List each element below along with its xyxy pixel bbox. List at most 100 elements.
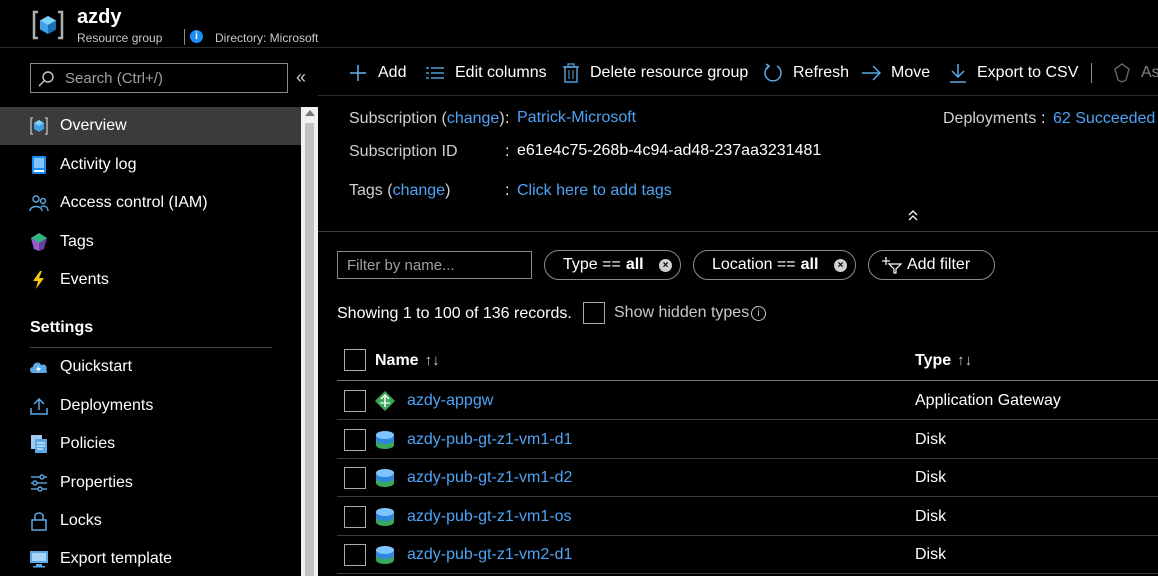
export-csv-button[interactable]: Export to CSV — [949, 61, 1078, 85]
sidebar-item-export-template[interactable]: Export template — [0, 540, 301, 576]
column-header-type[interactable]: Type ↑↓ — [915, 352, 972, 370]
sidebar-item-properties[interactable]: Properties — [0, 464, 301, 502]
row-checkbox[interactable] — [344, 544, 366, 566]
add-filter-icon — [882, 257, 903, 274]
azure-portal: azdy Resource group i Directory: Microso… — [0, 0, 1158, 576]
assign-tags-button[interactable]: As — [1113, 61, 1158, 85]
overview-icon — [30, 117, 48, 135]
row-checkbox[interactable] — [344, 429, 366, 451]
collapse-sidebar-icon[interactable]: « — [296, 67, 306, 88]
edit-columns-button[interactable]: Edit columns — [425, 61, 547, 85]
sidebar-item-activity-log[interactable]: Activity log — [0, 146, 301, 184]
deployments-link[interactable]: 62 Succeeded — [1053, 110, 1155, 128]
main-content: Add Edit columns Delete resource group R… — [318, 49, 1158, 576]
subscription-label: Subscription (change) — [349, 110, 505, 127]
download-icon — [950, 64, 966, 83]
table-header-divider — [337, 380, 1158, 381]
table-row[interactable]: azdy-appgw Application Gateway — [337, 382, 1158, 420]
sidebar-item-access-control[interactable]: Access control (IAM) — [0, 184, 301, 222]
resource-name-link[interactable]: azdy-appgw — [407, 392, 493, 410]
colon: : — [505, 143, 510, 160]
sidebar-item-label: Policies — [60, 435, 116, 452]
sidebar-item-deployments[interactable]: Deployments — [0, 387, 301, 425]
sidebar-item-label: Events — [60, 271, 109, 288]
move-button[interactable]: Move — [861, 61, 930, 85]
clear-type-filter-icon[interactable]: × — [659, 259, 672, 272]
people-icon — [29, 195, 49, 212]
search-box[interactable] — [30, 63, 288, 93]
info-icon[interactable]: i — [751, 306, 766, 321]
settings-heading: Settings — [30, 319, 94, 336]
sort-icon: ↑↓ — [957, 352, 973, 369]
type-filter-pill[interactable]: Type == all × — [544, 250, 681, 280]
sidebar-item-locks[interactable]: Locks — [0, 502, 301, 540]
clear-location-filter-icon[interactable]: × — [834, 259, 847, 272]
table-row[interactable]: azdy-pub-gt-z1-vm1-d2 Disk — [337, 459, 1158, 497]
show-hidden-types-checkbox[interactable] — [583, 302, 605, 324]
sidebar: « Overview Activity log — [0, 49, 318, 576]
scroll-up-icon[interactable] — [305, 110, 315, 116]
activity-log-icon — [32, 156, 46, 174]
table-row[interactable]: azdy-pub-gt-z1-vm2-d1 Disk — [337, 536, 1158, 574]
subscription-change-link[interactable]: change — [447, 110, 500, 127]
search-input[interactable] — [65, 68, 280, 88]
sidebar-item-label: Overview — [60, 117, 127, 134]
resource-type: Disk — [915, 469, 947, 486]
tag-icon — [31, 233, 47, 251]
page-subtitle: Resource group — [77, 31, 163, 45]
sidebar-item-overview[interactable]: Overview — [0, 107, 301, 145]
add-filter-button[interactable]: Add filter — [868, 250, 995, 280]
resource-group-icon — [32, 10, 64, 40]
sidebar-item-label: Properties — [60, 474, 133, 491]
resource-type: Disk — [915, 546, 947, 563]
essentials-panel: Subscription (change) : Patrick-Microsof… — [318, 96, 1158, 230]
info-icon: i — [190, 30, 203, 43]
disk-icon — [376, 546, 394, 564]
resource-type: Disk — [915, 431, 947, 448]
sidebar-item-events[interactable]: Events — [0, 261, 301, 299]
sidebar-scrollbar[interactable] — [301, 107, 318, 576]
subscription-link[interactable]: Patrick-Microsoft — [517, 109, 636, 127]
sidebar-item-tags[interactable]: Tags — [0, 223, 301, 261]
collapse-essentials-icon[interactable] — [906, 208, 920, 222]
resource-name-link[interactable]: azdy-pub-gt-z1-vm2-d1 — [407, 546, 572, 564]
subscription-id-value: e61e4c75-268b-4c94-ad48-237aa3231481 — [517, 142, 822, 159]
tags-change-link[interactable]: change — [393, 182, 446, 199]
refresh-icon — [764, 63, 782, 82]
sidebar-item-label: Tags — [60, 233, 94, 250]
resource-type: Disk — [915, 508, 947, 525]
add-tags-link[interactable]: Click here to add tags — [517, 182, 672, 200]
monitor-icon — [30, 551, 48, 568]
filter-by-name-input[interactable] — [337, 251, 532, 279]
resource-name-link[interactable]: azdy-pub-gt-z1-vm1-d1 — [407, 431, 572, 449]
table-row[interactable]: azdy-pub-gt-z1-vm1-d1 Disk — [337, 421, 1158, 459]
column-header-name[interactable]: Name ↑↓ — [375, 352, 440, 370]
table-row[interactable]: azdy-pub-gt-z1-vm1-os Disk — [337, 498, 1158, 536]
header-divider — [184, 29, 185, 45]
sidebar-item-label: Activity log — [60, 156, 137, 173]
upload-icon — [30, 397, 48, 415]
select-all-checkbox[interactable] — [344, 349, 366, 371]
cloud-icon — [30, 362, 48, 373]
disk-icon — [376, 508, 394, 526]
trash-icon — [563, 63, 579, 83]
refresh-button[interactable]: Refresh — [763, 61, 849, 85]
row-checkbox[interactable] — [344, 506, 366, 528]
sidebar-item-policies[interactable]: Policies — [0, 425, 301, 463]
columns-icon — [426, 67, 444, 79]
sidebar-item-label: Quickstart — [60, 358, 133, 375]
resource-name-link[interactable]: azdy-pub-gt-z1-vm1-os — [407, 508, 572, 526]
app-gateway-icon — [375, 391, 395, 411]
row-checkbox[interactable] — [344, 467, 366, 489]
subscription-id-label: Subscription ID — [349, 143, 458, 160]
sidebar-item-label: Deployments — [60, 397, 154, 414]
resource-name-link[interactable]: azdy-pub-gt-z1-vm1-d2 — [407, 469, 572, 487]
scrollbar-thumb[interactable] — [305, 123, 314, 576]
resource-type: Application Gateway — [915, 392, 1061, 409]
add-button[interactable]: Add — [348, 61, 406, 85]
location-filter-pill[interactable]: Location == all × — [693, 250, 856, 280]
row-checkbox[interactable] — [344, 390, 366, 412]
lightning-icon — [33, 271, 44, 289]
delete-resource-group-button[interactable]: Delete resource group — [562, 61, 748, 85]
sidebar-item-quickstart[interactable]: Quickstart — [0, 348, 301, 386]
